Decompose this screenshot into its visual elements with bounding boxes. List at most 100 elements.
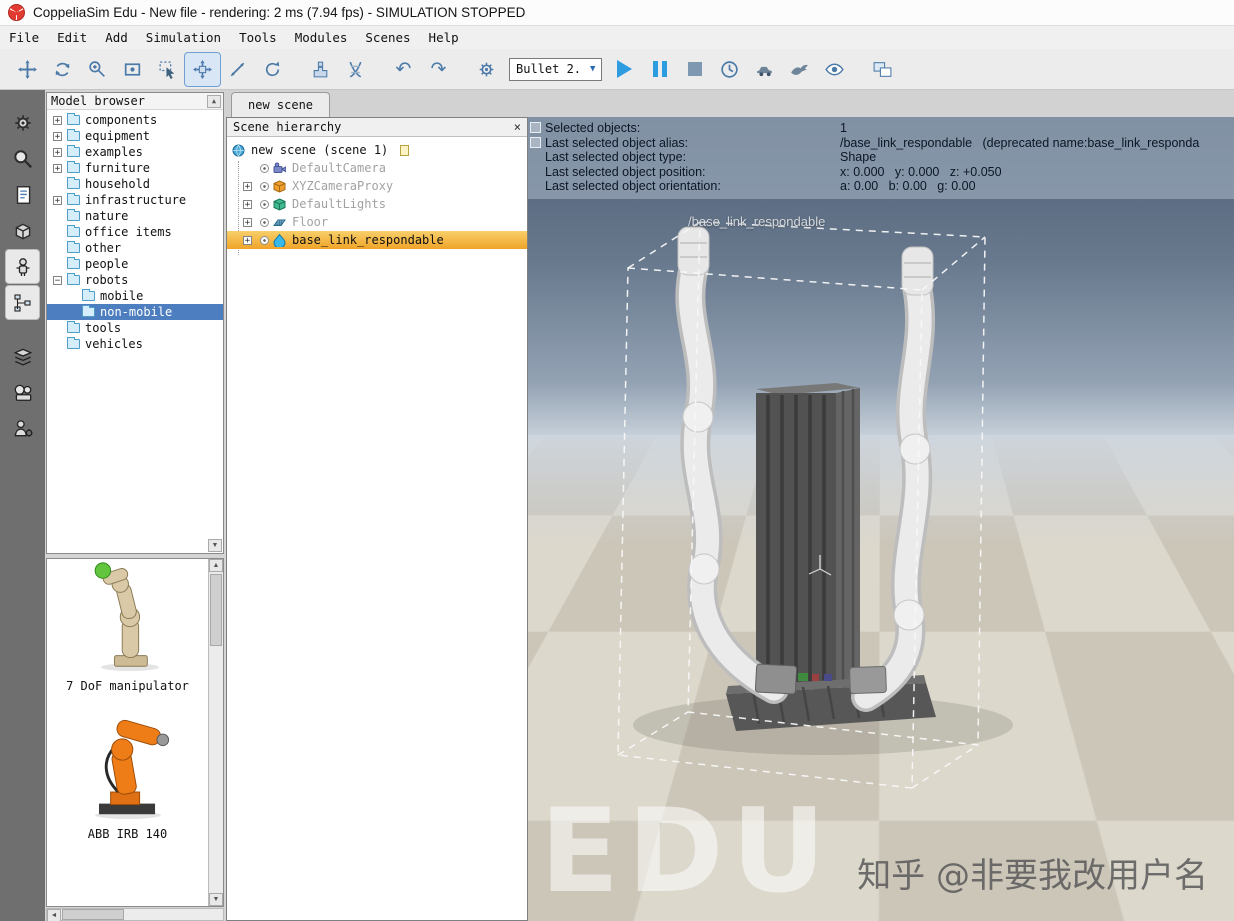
robot-icon: [16, 257, 29, 276]
expander-icon[interactable]: +: [243, 235, 252, 245]
simulation-settings-dialog-button[interactable]: [6, 106, 39, 139]
model-folder-equipment[interactable]: + equipment: [47, 128, 223, 144]
expander-icon[interactable]: +: [243, 199, 252, 209]
object-shift-button[interactable]: [184, 51, 221, 87]
menu-file[interactable]: File: [0, 27, 48, 48]
scene-hierarchy-tree: new scene (scene 1) DefaultCamera + XYZC…: [227, 137, 527, 255]
layers-dialog-button[interactable]: [6, 339, 39, 372]
visibility-toggle-icon[interactable]: [260, 199, 269, 209]
expander-icon[interactable]: +: [243, 181, 252, 191]
object-move-button[interactable]: [220, 53, 255, 86]
model-folder-mobile[interactable]: mobile: [47, 288, 223, 304]
model-folder-furniture[interactable]: + furniture: [47, 160, 223, 176]
model-folder-office-items[interactable]: office items: [47, 224, 223, 240]
start-simulation-button[interactable]: [607, 53, 642, 86]
speed-up-simulation-button[interactable]: [782, 53, 817, 86]
menu-add[interactable]: Add: [96, 27, 137, 48]
model-folder-non-mobile[interactable]: non-mobile: [47, 304, 223, 320]
model-folder-robots[interactable]: − robots: [47, 272, 223, 288]
model-thumbnail-abb-irb-140[interactable]: [72, 707, 184, 821]
menu-simulation[interactable]: Simulation: [137, 27, 230, 48]
viewport-3d[interactable]: /base_link_respondable Selected objects:…: [528, 117, 1234, 921]
menu-edit[interactable]: Edit: [48, 27, 96, 48]
slow-down-simulation-button[interactable]: [747, 53, 782, 86]
visibility-toggle-icon[interactable]: [260, 181, 269, 191]
expander-icon[interactable]: +: [53, 163, 62, 173]
model-list-horizontal-scrollbar[interactable]: ◄: [46, 908, 224, 921]
redo-button[interactable]: ↷: [421, 53, 456, 86]
scene-hierarchy-header: Scene hierarchy ×: [227, 118, 527, 137]
visibility-toggle-icon[interactable]: [260, 163, 269, 173]
hierarchy-item-floor[interactable]: + Floor: [227, 213, 527, 231]
page-setup-button[interactable]: [865, 53, 900, 86]
hierarchy-item-default-camera[interactable]: DefaultCamera: [227, 159, 527, 177]
robot-wrist-left: [677, 226, 710, 276]
model-folder-household[interactable]: household: [47, 176, 223, 192]
hierarchy-item-default-lights[interactable]: + DefaultLights: [227, 195, 527, 213]
object-properties-button[interactable]: [6, 142, 39, 175]
expander-icon[interactable]: +: [53, 115, 62, 125]
model-folder-components[interactable]: + components: [47, 112, 223, 128]
model-label: 7 DoF manipulator: [66, 679, 189, 693]
scene-script-icon[interactable]: [400, 144, 410, 156]
assemble-button[interactable]: [303, 53, 338, 86]
model-list-scrollbar[interactable]: ▲ ▼: [208, 559, 223, 906]
menu-scenes[interactable]: Scenes: [356, 27, 419, 48]
scrollbar-thumb[interactable]: [62, 909, 124, 920]
selection-button[interactable]: [150, 53, 185, 86]
model-folder-infrastructure[interactable]: + infrastructure: [47, 192, 223, 208]
scroll-down-button[interactable]: ▼: [208, 539, 222, 552]
object-rotate-button[interactable]: [255, 53, 290, 86]
model-browser-toggle-button[interactable]: [6, 250, 39, 283]
scroll-left-button[interactable]: ◄: [47, 909, 61, 921]
camera-zoom-button[interactable]: [80, 53, 115, 86]
simulation-settings-button[interactable]: [469, 53, 504, 86]
expander-icon[interactable]: −: [53, 275, 62, 285]
tab-new-scene[interactable]: new scene: [231, 92, 331, 117]
model-item-7dof[interactable]: 7 DoF manipulator: [47, 559, 208, 693]
hierarchy-item-xyz-camera-proxy[interactable]: + XYZCameraProxy: [227, 177, 527, 195]
scripts-dialog-button[interactable]: [6, 178, 39, 211]
undo-button[interactable]: ↶: [386, 53, 421, 86]
model-folder-vehicles[interactable]: vehicles: [47, 336, 223, 352]
menu-tools[interactable]: Tools: [230, 27, 286, 48]
model-folder-other[interactable]: other: [47, 240, 223, 256]
visualize-threaded-rendering-button[interactable]: [817, 53, 852, 86]
pause-simulation-button[interactable]: [642, 53, 677, 86]
real-time-toggle-button[interactable]: [712, 53, 747, 86]
hierarchy-item-base-link-respondable[interactable]: + base_link_respondable: [227, 231, 527, 249]
transfer-dna-button[interactable]: [338, 53, 373, 86]
scrollbar-thumb[interactable]: [210, 574, 222, 646]
fit-to-view-button[interactable]: [115, 53, 150, 86]
user-settings-button[interactable]: [6, 411, 39, 444]
camera-rotate-button[interactable]: [45, 53, 80, 86]
shape-edit-button[interactable]: [6, 214, 39, 247]
menu-help[interactable]: Help: [420, 27, 468, 48]
model-folder-nature[interactable]: nature: [47, 208, 223, 224]
visibility-toggle-icon[interactable]: [260, 235, 269, 245]
stop-simulation-button[interactable]: [677, 53, 712, 86]
camera-pan-button[interactable]: [10, 53, 45, 86]
hierarchy-item-scene[interactable]: new scene (scene 1): [227, 141, 527, 159]
model-folder-people[interactable]: people: [47, 256, 223, 272]
camera-rotate-icon: [55, 62, 70, 76]
model-thumbnail-7dof-manipulator[interactable]: [72, 559, 184, 673]
model-folder-examples[interactable]: + examples: [47, 144, 223, 160]
scroll-down-button[interactable]: ▼: [209, 893, 223, 906]
expander-icon[interactable]: +: [243, 217, 252, 227]
physics-engine-select[interactable]: Bullet 2. ▼: [509, 57, 603, 81]
camera-icon: [273, 162, 286, 173]
scene-hierarchy-toggle-button[interactable]: [6, 286, 39, 319]
scroll-up-button[interactable]: ▲: [207, 94, 221, 108]
close-icon[interactable]: ×: [514, 120, 521, 134]
menu-modules[interactable]: Modules: [286, 27, 357, 48]
camera-zoom-icon: [89, 60, 105, 77]
scroll-up-button[interactable]: ▲: [209, 559, 223, 572]
model-item-abb-irb140[interactable]: ABB IRB 140: [47, 707, 208, 841]
video-recorder-button[interactable]: [6, 375, 39, 408]
expander-icon[interactable]: +: [53, 131, 62, 141]
visibility-toggle-icon[interactable]: [260, 217, 269, 227]
expander-icon[interactable]: +: [53, 195, 62, 205]
model-folder-tools[interactable]: tools: [47, 320, 223, 336]
expander-icon[interactable]: +: [53, 147, 62, 157]
